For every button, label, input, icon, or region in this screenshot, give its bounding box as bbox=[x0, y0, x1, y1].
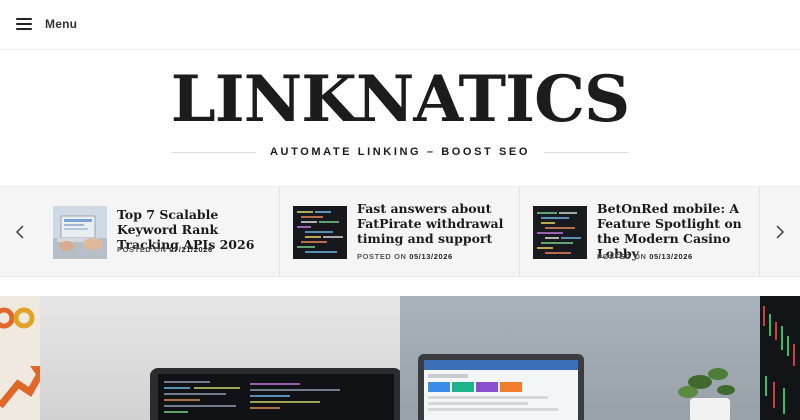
post-thumbnail[interactable] bbox=[533, 206, 587, 259]
post-thumbnail[interactable] bbox=[53, 206, 107, 259]
featured-slider bbox=[0, 296, 800, 420]
post-date[interactable]: 05/13/2026 bbox=[409, 252, 453, 261]
menu-label: Menu bbox=[45, 17, 78, 31]
posted-prefix: POSTED ON bbox=[597, 252, 647, 261]
hamburger-menu-icon bbox=[16, 18, 32, 30]
tagline-divider-right bbox=[544, 151, 629, 153]
post-thumbnail[interactable] bbox=[293, 206, 347, 259]
chevron-left-icon bbox=[16, 225, 24, 238]
featured-image-laptop-dashboard[interactable] bbox=[400, 296, 760, 420]
featured-image-partial-right[interactable] bbox=[760, 296, 800, 420]
post-meta: POSTED ON 07/21/2026 bbox=[117, 245, 213, 254]
site-title[interactable]: LINKNATICS bbox=[0, 58, 800, 142]
post-date[interactable]: 07/21/2026 bbox=[169, 245, 213, 254]
chevron-right-icon bbox=[776, 225, 784, 238]
posted-prefix: POSTED ON bbox=[357, 252, 407, 261]
code-screen-photo-icon bbox=[293, 206, 347, 259]
post-date[interactable]: 05/13/2026 bbox=[649, 252, 693, 261]
post-title[interactable]: Fast answers about FatPirate withdrawal … bbox=[357, 201, 515, 246]
tagline-divider-left bbox=[172, 151, 256, 153]
seo-graphic-icon bbox=[0, 296, 40, 420]
posted-prefix: POSTED ON bbox=[117, 245, 167, 254]
code-screen-photo-icon bbox=[533, 206, 587, 259]
tagline-row: AUTOMATE LINKING – BOOST SEO bbox=[172, 142, 629, 162]
menu-button[interactable]: Menu bbox=[16, 14, 77, 34]
ticker-prev-button[interactable] bbox=[0, 187, 40, 276]
ticker-item[interactable]: Top 7 Scalable Keyword Rank Tracking API… bbox=[40, 187, 280, 276]
top-bar: Menu bbox=[0, 0, 800, 50]
ticker-item[interactable]: Fast answers about FatPirate withdrawal … bbox=[280, 187, 520, 276]
laptop-dashboard-photo-icon bbox=[400, 296, 760, 420]
site-tagline: AUTOMATE LINKING – BOOST SEO bbox=[270, 146, 531, 158]
ticker-next-button[interactable] bbox=[760, 187, 800, 276]
laptop-photo-icon bbox=[53, 206, 107, 259]
post-ticker: Top 7 Scalable Keyword Rank Tracking API… bbox=[0, 186, 800, 277]
laptop-code-photo-icon bbox=[40, 296, 400, 420]
featured-image-partial-left[interactable] bbox=[0, 296, 40, 420]
post-meta: POSTED ON 05/13/2026 bbox=[357, 252, 453, 261]
ticker-item[interactable]: BetOnRed mobile: A Feature Spotlight on … bbox=[520, 187, 760, 276]
featured-image-laptop-code[interactable] bbox=[40, 296, 400, 420]
post-meta: POSTED ON 05/13/2026 bbox=[597, 252, 693, 261]
trading-screen-photo-icon bbox=[760, 296, 800, 420]
